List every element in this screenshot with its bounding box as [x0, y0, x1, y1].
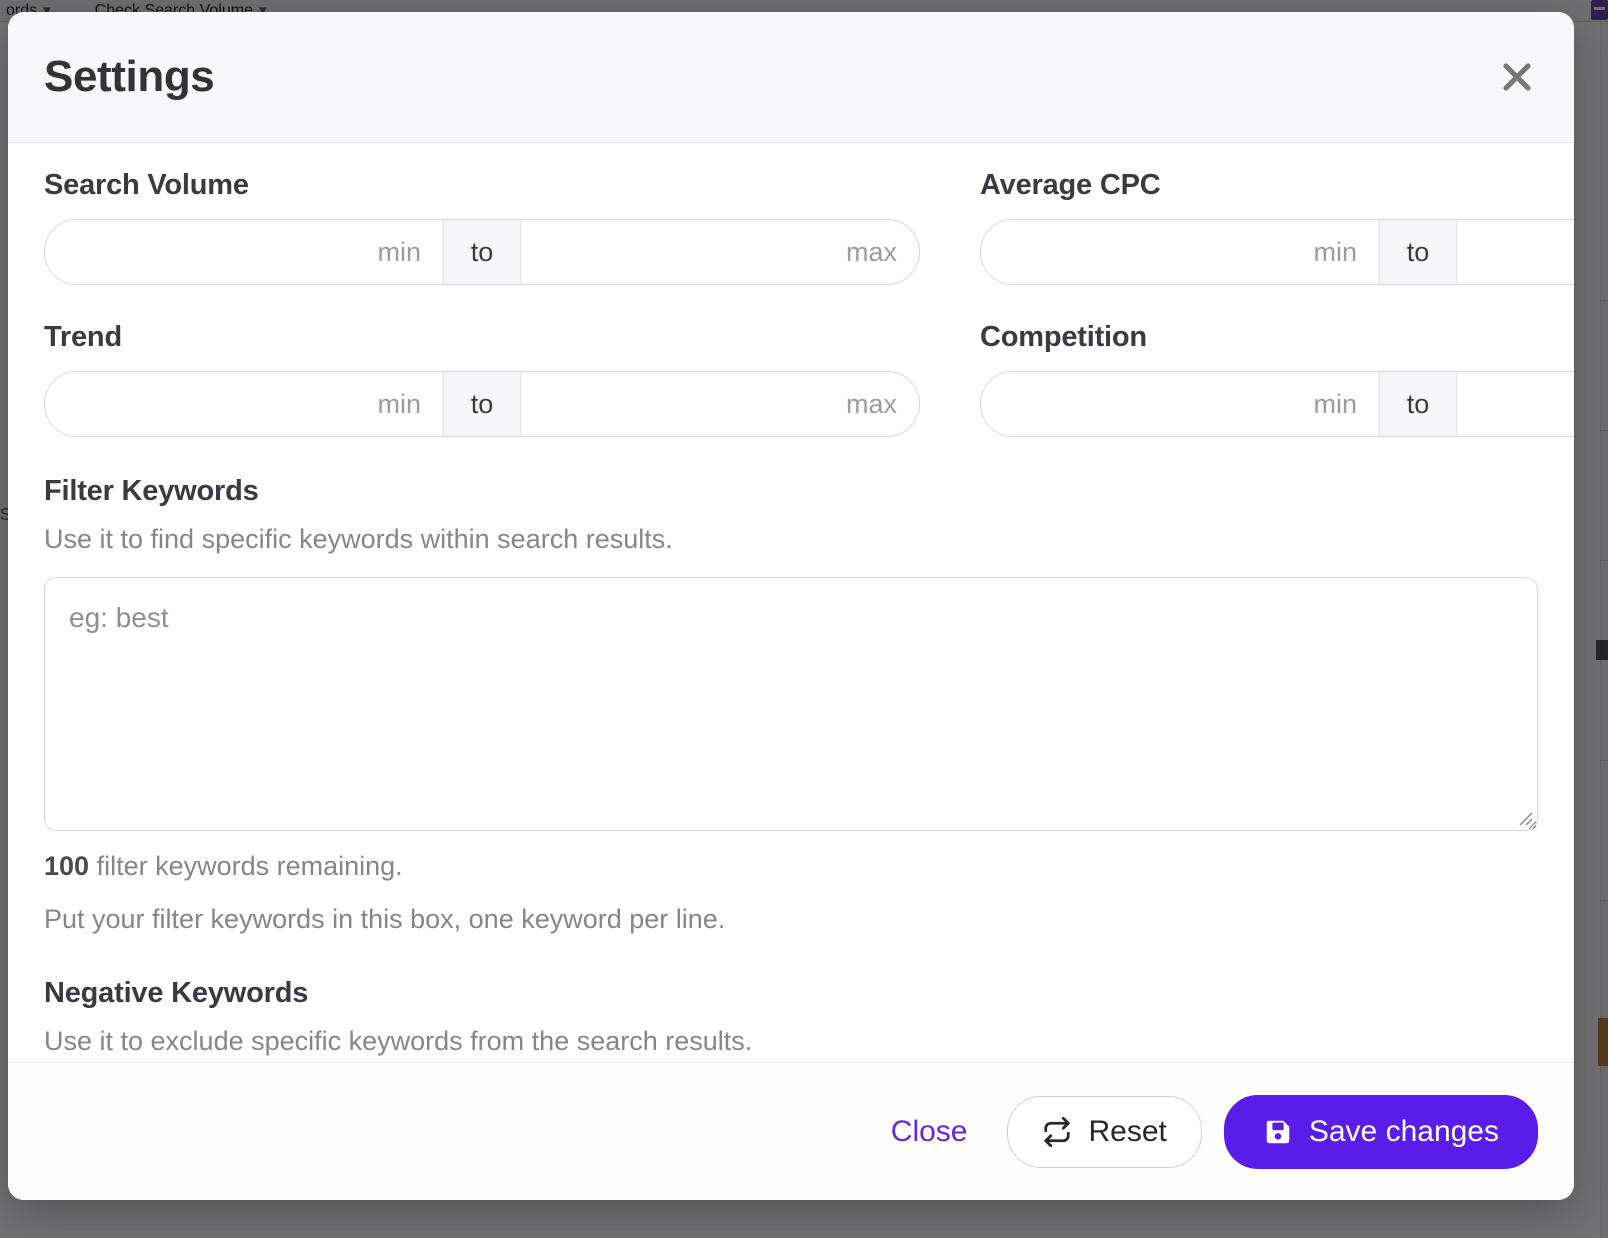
section-description-negative-keywords: Use it to exclude specific keywords from… — [44, 1026, 753, 1056]
section-filter-keywords: Filter Keywords Use it to find specific … — [44, 475, 1538, 935]
range-input-group-search-volume: to — [44, 219, 920, 285]
field-label-search-volume: Search Volume — [44, 169, 249, 201]
range-separator-label: to — [1379, 220, 1457, 284]
repeat-icon — [1042, 1116, 1072, 1147]
field-label-average-cpc: Average CPC — [980, 169, 1161, 201]
competition-max-input[interactable] — [1457, 372, 1574, 436]
range-input-group-average-cpc: to — [980, 219, 1574, 285]
field-trend: Trend to — [44, 321, 920, 473]
filter-keywords-remaining-suffix: filter keywords remaining. — [89, 851, 403, 881]
filter-keywords-textarea-wrap — [44, 577, 1538, 831]
field-average-cpc: Average CPC to — [980, 169, 1574, 321]
field-label-competition: Competition — [980, 321, 1147, 353]
reset-label: Reset — [1088, 1114, 1167, 1148]
section-description-filter-keywords: Use it to find specific keywords within … — [44, 524, 673, 554]
modal-footer: Close Reset Save changes — [8, 1062, 1574, 1200]
filter-keywords-textarea[interactable] — [44, 577, 1538, 831]
section-title-negative-keywords: Negative Keywords — [44, 977, 309, 1009]
range-input-group-trend: to — [44, 371, 920, 437]
field-search-volume: Search Volume to — [44, 169, 920, 321]
range-filters-grid: Search Volume to Average CPC to — [44, 169, 1574, 473]
close-link-label: Close — [890, 1114, 968, 1148]
section-title-filter-keywords: Filter Keywords — [44, 475, 259, 507]
range-separator-label: to — [1379, 372, 1457, 436]
modal-body[interactable]: Search Volume to Average CPC to — [8, 143, 1574, 1062]
modal-header: Settings — [8, 12, 1574, 143]
filter-keywords-remaining: 100 filter keywords remaining. — [44, 851, 1538, 882]
filter-keywords-hint: Put your filter keywords in this box, on… — [44, 904, 726, 934]
close-link-button[interactable]: Close — [873, 1101, 986, 1163]
close-button[interactable] — [1490, 50, 1544, 104]
range-separator-label: to — [443, 220, 521, 284]
search-volume-min-input[interactable] — [45, 220, 443, 284]
competition-min-input[interactable] — [981, 372, 1379, 436]
page-root: ords▾ Check Search Volume▾ s Settings — [0, 0, 1608, 1238]
range-input-group-competition: to — [980, 371, 1574, 437]
floppy-save-icon — [1263, 1117, 1293, 1147]
page-title: Settings — [44, 52, 215, 101]
field-label-trend: Trend — [44, 321, 122, 353]
filter-keywords-remaining-count: 100 — [44, 851, 90, 881]
average-cpc-min-input[interactable] — [981, 220, 1379, 284]
reset-button[interactable]: Reset — [1007, 1095, 1202, 1168]
search-volume-max-input[interactable] — [521, 220, 919, 284]
settings-modal: Settings Search Volume to — [8, 12, 1574, 1200]
trend-max-input[interactable] — [521, 372, 919, 436]
average-cpc-max-input[interactable] — [1457, 220, 1574, 284]
trend-min-input[interactable] — [45, 372, 443, 436]
range-separator-label: to — [443, 372, 521, 436]
save-changes-button[interactable]: Save changes — [1223, 1094, 1538, 1169]
section-negative-keywords: Negative Keywords Use it to exclude spec… — [44, 977, 1538, 1057]
field-competition: Competition to — [980, 321, 1574, 473]
save-changes-label: Save changes — [1308, 1114, 1499, 1148]
close-icon — [1498, 58, 1536, 96]
